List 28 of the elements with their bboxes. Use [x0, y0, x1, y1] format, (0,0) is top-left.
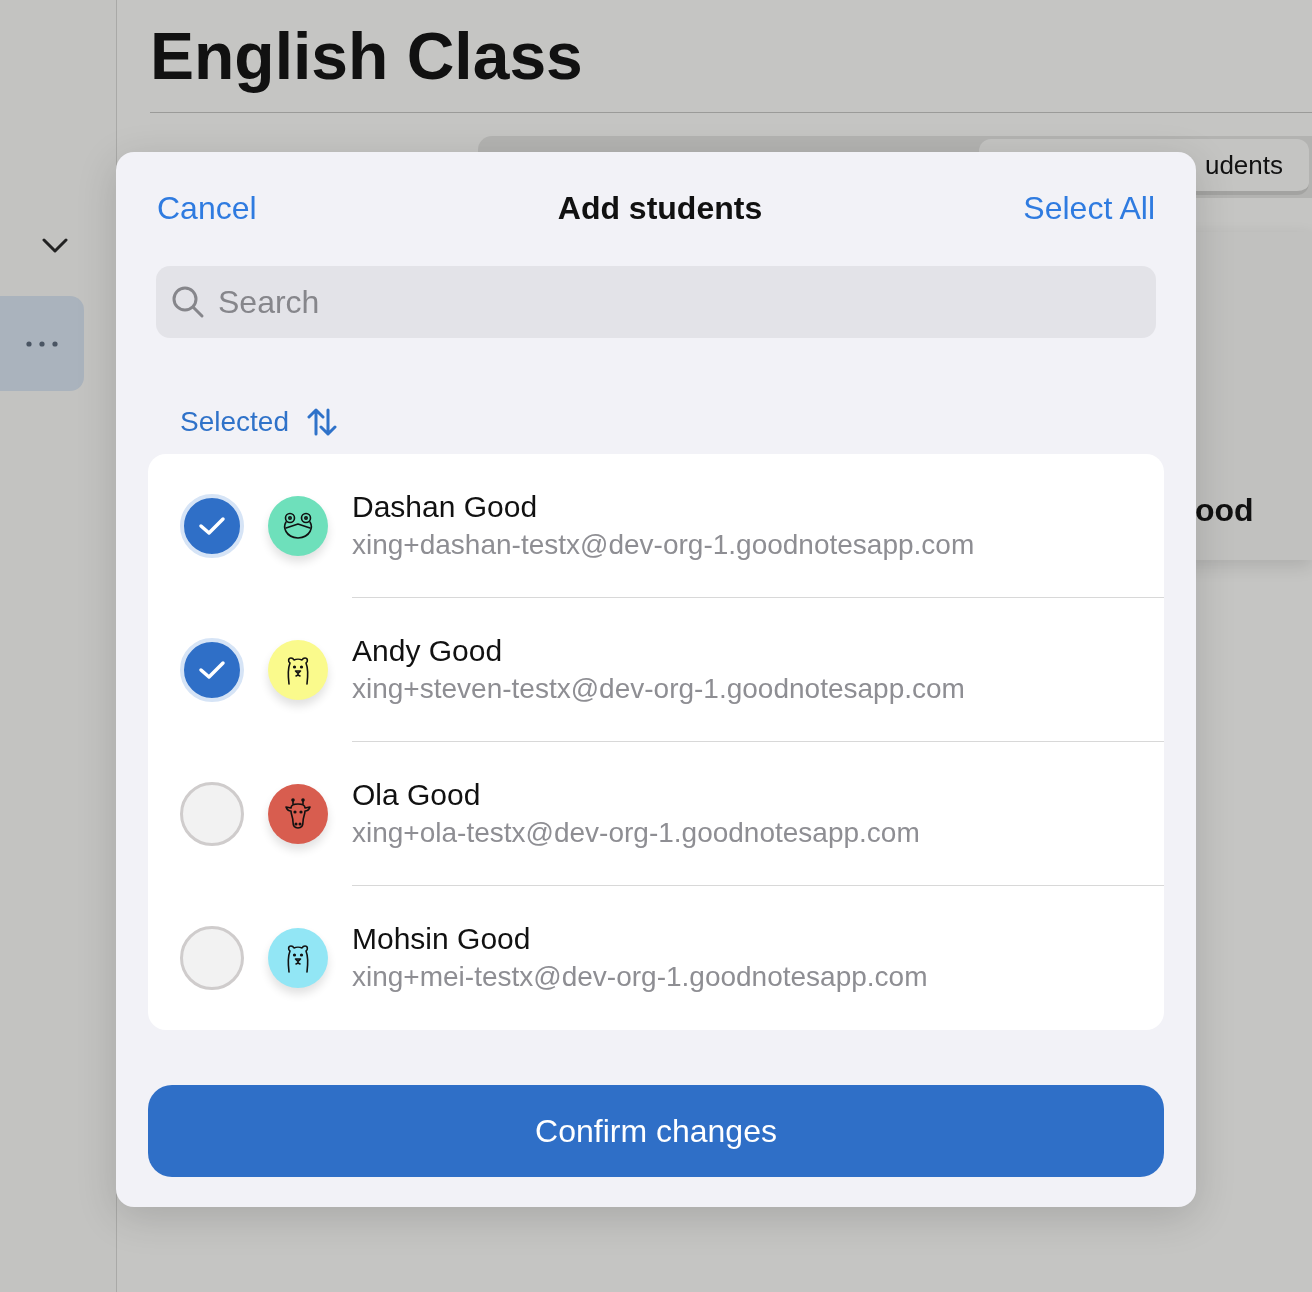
- student-row[interactable]: Andy Good xing+steven-testx@dev-org-1.goodnotesapp.com: [148, 598, 1164, 742]
- dialog-title: Add students: [557, 189, 763, 228]
- chevron-down-icon[interactable]: [42, 238, 68, 254]
- frog-icon: [281, 511, 315, 541]
- student-name: Andy Good: [352, 632, 503, 669]
- search-icon: [171, 285, 205, 319]
- student-name: Dashan Good: [352, 488, 538, 525]
- search-field[interactable]: Search: [156, 266, 1156, 338]
- student-row[interactable]: Mohsin Good xing+mei-testx@dev-org-1.goodnotesapp.com: [148, 886, 1164, 1030]
- student-email: xing+dashan-testx@dev-org-1.goodnotesapp.com: [352, 527, 975, 562]
- checkmark-icon: [198, 516, 226, 536]
- confirm-button[interactable]: Confirm changes: [148, 1085, 1164, 1177]
- student-name: Mohsin Good: [352, 921, 531, 957]
- page-title: English Class: [150, 18, 584, 94]
- more-icon: [26, 340, 58, 347]
- student-email: xing+ola-testx@dev-org-1.goodnotesapp.com: [352, 815, 920, 850]
- checkmark-icon: [198, 660, 226, 680]
- student-row[interactable]: Ola Good xing+ola-testx@dev-org-1.goodnotesapp.com: [148, 742, 1164, 886]
- student-row[interactable]: Dashan Good xing+dashan-testx@dev-org-1.goodnotesapp.com: [148, 454, 1164, 598]
- cancel-button[interactable]: Cancel: [157, 184, 257, 232]
- student-email: xing+steven-testx@dev-org-1.goodnotesapp.com: [352, 671, 965, 706]
- student-name: Ola Good: [352, 776, 481, 813]
- student-email: xing+mei-testx@dev-org-1.goodnotesapp.com: [352, 960, 928, 994]
- card-name: ood: [1195, 491, 1254, 530]
- select-all-button[interactable]: Select All: [1023, 184, 1155, 232]
- sort-icon[interactable]: [306, 408, 337, 436]
- sort-label[interactable]: Selected: [180, 401, 289, 443]
- giraffe-icon: [282, 798, 314, 830]
